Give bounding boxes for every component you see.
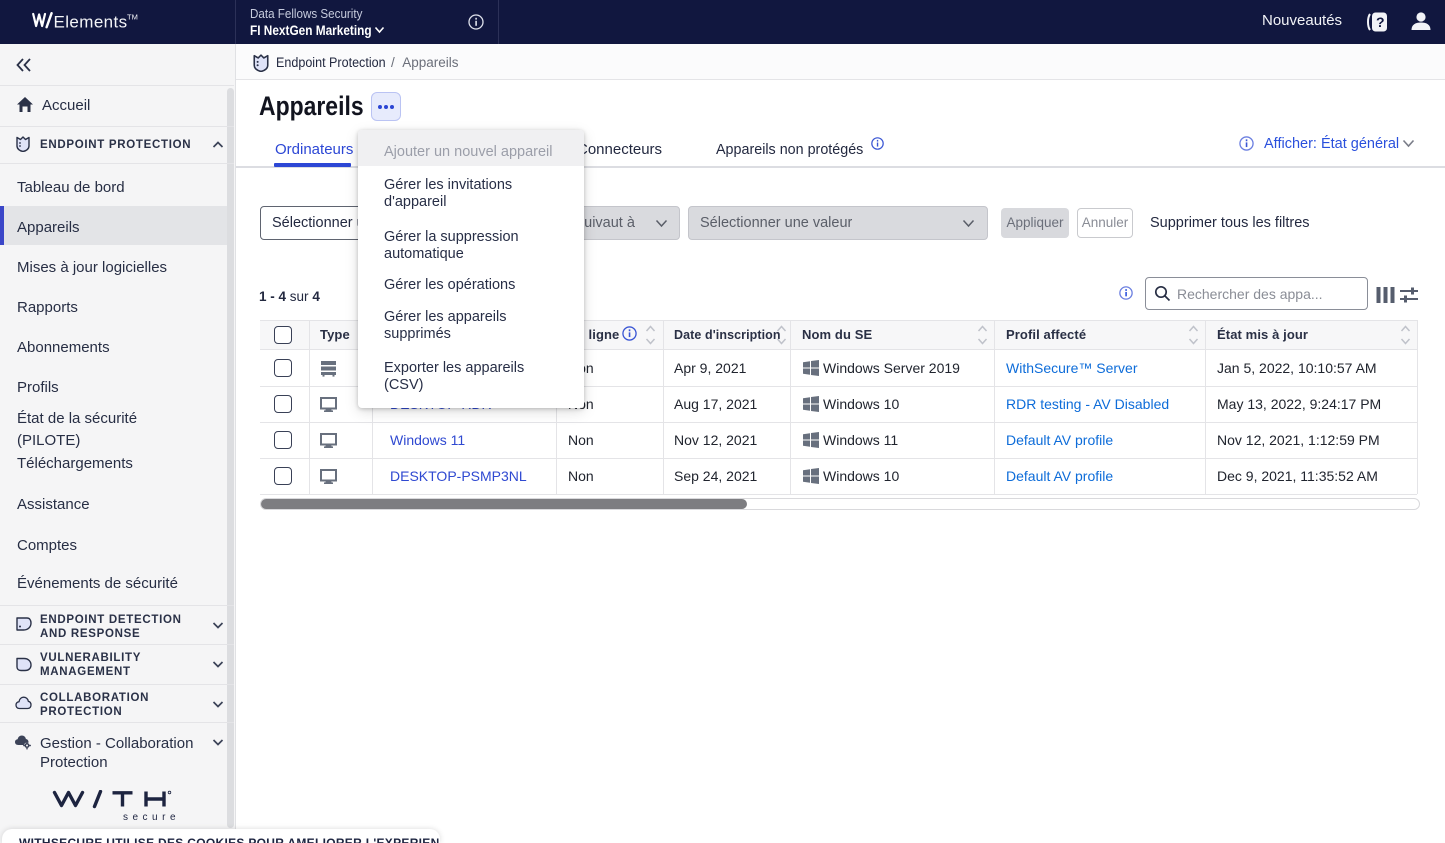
svg-text:?: ? xyxy=(1376,14,1385,30)
svg-text:TM: TM xyxy=(127,13,138,22)
svg-text:Elements: Elements xyxy=(54,13,128,32)
svg-text:secure: secure xyxy=(123,812,180,822)
